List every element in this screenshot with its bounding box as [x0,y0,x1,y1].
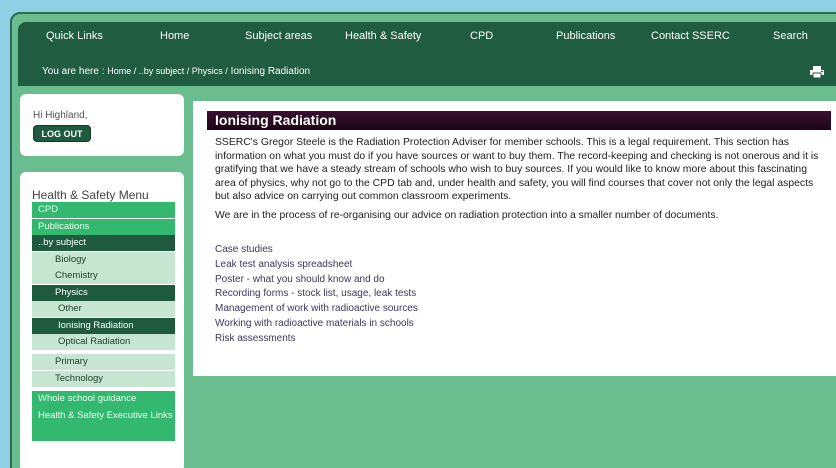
nav-health-safety[interactable]: Health & Safety [345,30,421,42]
menu-title: Health & Safety Menu [32,188,149,202]
link-poster[interactable]: Poster - what you should know and do [215,273,418,288]
user-greeting: Hi Highland, [33,110,88,121]
printer-icon[interactable] [810,66,824,78]
nav-search[interactable]: Search [773,30,808,42]
logout-button[interactable]: LOG OUT [33,125,91,142]
menu-item-by-subject[interactable]: ..by subject [32,235,175,251]
menu-item-optical-radiation[interactable]: Optical Radiation [32,334,175,350]
user-panel: Hi Highland, LOG OUT [20,94,184,156]
breadcrumb: You are here : Home / ..by subject / Phy… [42,66,310,77]
nav-publications[interactable]: Publications [556,30,615,42]
menu-list: CPD Publications ..by subject Biology Ch… [32,202,175,442]
top-navigation-bar: Quick Links Home Subject areas Health & … [18,22,836,86]
nav-home[interactable]: Home [160,30,189,42]
breadcrumb-path[interactable]: Home / ..by subject / Physics / [107,66,228,76]
menu-item-ionising-radiation[interactable]: Ionising Radiation [32,317,175,334]
link-management-of-work[interactable]: Management of work with radioactive sour… [215,302,418,317]
menu-item-other[interactable]: Other [32,301,175,317]
link-leak-test-spreadsheet[interactable]: Leak test analysis spreadsheet [215,258,418,273]
nav-contact-sserc[interactable]: Contact SSERC [651,30,730,42]
main-nav: Quick Links Home Subject areas Health & … [18,22,836,50]
menu-item-primary[interactable]: Primary [32,354,175,370]
link-case-studies[interactable]: Case studies [215,243,418,258]
document-link-list: Case studies Leak test analysis spreadsh… [215,243,418,347]
reorganising-paragraph: We are in the process of re-organising o… [215,209,719,221]
breadcrumb-current: Ionising Radiation [230,66,311,77]
breadcrumb-prefix: You are here : [42,66,105,77]
menu-item-cpd[interactable]: CPD [32,202,175,218]
menu-item-biology[interactable]: Biology [32,251,175,268]
menu-item-whole-school-guidance[interactable]: Whole school guidance [32,390,175,407]
content-body: SSERC's Gregor Steele is the Radiation P… [215,136,829,228]
menu-item-physics[interactable]: Physics [32,284,175,301]
menu-item-hse-links[interactable]: Health & Safety Executive Links [32,407,175,441]
menu-item-technology[interactable]: Technology [32,370,175,387]
health-safety-menu: Health & Safety Menu CPD Publications ..… [20,172,184,468]
intro-paragraph: SSERC's Gregor Steele is the Radiation P… [215,137,819,203]
menu-item-publications[interactable]: Publications [32,218,175,235]
nav-subject-areas[interactable]: Subject areas [245,30,312,42]
link-working-with-materials[interactable]: Working with radioactive materials in sc… [215,317,418,332]
link-recording-forms[interactable]: Recording forms - stock list, usage, lea… [215,287,418,302]
main-content: Ionising Radiation SSERC's Gregor Steele… [193,101,836,376]
nav-quick-links[interactable]: Quick Links [46,30,103,42]
nav-cpd[interactable]: CPD [470,30,493,42]
link-risk-assessments[interactable]: Risk assessments [215,332,418,347]
menu-item-chemistry[interactable]: Chemistry [32,268,175,284]
page-title: Ionising Radiation [207,111,831,130]
